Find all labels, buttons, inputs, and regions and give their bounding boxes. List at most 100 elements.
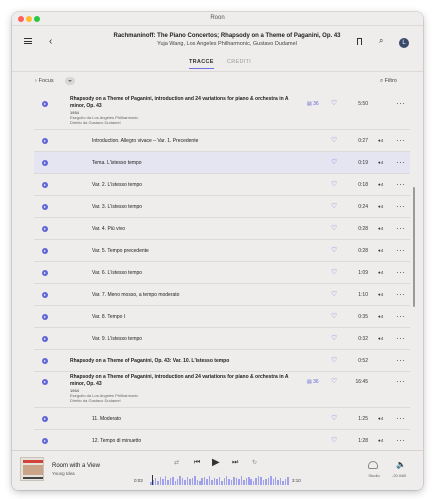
next-track-icon[interactable]: ⏭: [232, 459, 238, 467]
heart-icon[interactable]: ♡: [331, 137, 337, 144]
repeat-icon[interactable]: ↻: [252, 459, 257, 466]
more-options-icon[interactable]: ···: [396, 269, 406, 277]
versions-badge[interactable]: ▤ 36: [307, 379, 319, 385]
play-icon[interactable]: ▶: [212, 457, 220, 468]
now-playing-title[interactable]: Room with a View: [52, 463, 100, 469]
play-circle-icon[interactable]: [42, 204, 48, 210]
focus-dropdown-icon[interactable]: [65, 77, 75, 85]
track-title[interactable]: Tema. L'istesso tempo: [92, 160, 142, 166]
album-artists[interactable]: Yuja Wang, Los Angeles Philharmonic, Gus…: [102, 41, 352, 47]
play-circle-icon[interactable]: [42, 358, 48, 364]
track-title[interactable]: Var. 9. L'istesso tempo: [92, 336, 142, 342]
hamburger-icon[interactable]: [24, 38, 32, 44]
track-row[interactable]: Var. 5. Tempo precedente ♡ 0:28 ●4 ···: [34, 240, 410, 262]
more-options-icon[interactable]: ···: [396, 437, 406, 445]
heart-icon[interactable]: ♡: [331, 378, 337, 385]
more-options-icon[interactable]: ···: [396, 137, 406, 145]
zone-label[interactable]: Studio: [362, 473, 386, 478]
track-title[interactable]: Var. 6. L'istesso tempo: [92, 270, 142, 276]
play-circle-icon[interactable]: [42, 416, 48, 422]
heart-icon[interactable]: ♡: [331, 313, 337, 320]
track-title[interactable]: Var. 5. Tempo precedente: [92, 248, 149, 254]
track-row[interactable]: Var. 4. Più vivo ♡ 0:28 ●4 ···: [34, 218, 410, 240]
now-playing-artist[interactable]: Young Idea: [52, 471, 75, 476]
track-row[interactable]: Var. 2. L'istesso tempo ♡ 0:18 ●4 ···: [34, 174, 410, 196]
more-options-icon[interactable]: ···: [396, 378, 406, 386]
zone-icon[interactable]: [368, 461, 378, 469]
heart-icon[interactable]: ♡: [331, 357, 337, 364]
play-circle-icon[interactable]: [42, 379, 48, 385]
track-row[interactable]: 11. Moderato ♡ 1:25 ●4 ···: [34, 408, 410, 430]
track-row[interactable]: Var. 3. L'istesso tempo ♡ 0:24 ●4 ···: [34, 196, 410, 218]
track-row[interactable]: 12. Tempo di minuetto ♡ 1:28 ●4 ···: [34, 430, 410, 450]
more-options-icon[interactable]: ···: [396, 100, 406, 108]
track-title[interactable]: Var. 8. Tempo I: [92, 314, 125, 320]
play-circle-icon[interactable]: [42, 160, 48, 166]
bookmark-icon[interactable]: [357, 38, 362, 45]
more-options-icon[interactable]: ···: [396, 159, 406, 167]
waveform-seekbar[interactable]: [150, 475, 290, 485]
play-circle-icon[interactable]: [42, 248, 48, 254]
track-title[interactable]: Rhapsody on a Theme of Paganini, Op. 43:…: [70, 358, 229, 364]
more-options-icon[interactable]: ···: [396, 203, 406, 211]
track-title[interactable]: Var. 7. Meno mosso, a tempo moderato: [92, 292, 179, 298]
more-options-icon[interactable]: ···: [396, 335, 406, 343]
heart-icon[interactable]: ♡: [331, 291, 337, 298]
track-row[interactable]: Var. 7. Meno mosso, a tempo moderato ♡ 1:1…: [34, 284, 410, 306]
more-options-icon[interactable]: ···: [396, 225, 406, 233]
track-title[interactable]: Introduction. Allegro vivace – Var. 1. P…: [92, 138, 198, 144]
shuffle-icon[interactable]: ⇄: [174, 459, 179, 466]
heart-icon[interactable]: ♡: [331, 225, 337, 232]
work-row[interactable]: Rhapsody on a Theme of Paganini, introdu…: [34, 372, 410, 408]
track-row[interactable]: Rhapsody on a Theme of Paganini, Op. 43:…: [34, 350, 410, 372]
track-title[interactable]: Var. 4. Più vivo: [92, 226, 125, 232]
album-cover[interactable]: [20, 457, 44, 481]
tab-crediti[interactable]: CREDITI: [227, 59, 251, 65]
conductor-link[interactable]: Gustavo Dudamel: [88, 120, 120, 125]
more-options-icon[interactable]: ···: [396, 415, 406, 423]
track-row[interactable]: Introduction. Allegro vivace – Var. 1. P…: [34, 130, 410, 152]
chevron-left-icon[interactable]: ‹: [49, 36, 52, 47]
heart-icon[interactable]: ♡: [331, 335, 337, 342]
heart-icon[interactable]: ♡: [331, 181, 337, 188]
heart-icon[interactable]: ♡: [331, 203, 337, 210]
play-circle-icon[interactable]: [42, 438, 48, 444]
more-options-icon[interactable]: ···: [396, 291, 406, 299]
versions-badge[interactable]: ▤ 36: [307, 101, 319, 107]
heart-icon[interactable]: ♡: [331, 247, 337, 254]
play-circle-icon[interactable]: [42, 101, 48, 107]
play-circle-icon[interactable]: [42, 270, 48, 276]
track-row[interactable]: Tema. L'istesso tempo ♡ 0:19 ●4 ···: [34, 152, 410, 174]
previous-track-icon[interactable]: ⏮: [194, 459, 200, 467]
track-row[interactable]: Var. 9. L'istesso tempo ♡ 0:32 ●4 ···: [34, 328, 410, 350]
play-circle-icon[interactable]: [42, 182, 48, 188]
filter-button[interactable]: ⌕ Filtro: [380, 78, 397, 85]
more-options-icon[interactable]: ···: [396, 247, 406, 255]
more-options-icon[interactable]: ···: [396, 313, 406, 321]
play-circle-icon[interactable]: [42, 226, 48, 232]
more-options-icon[interactable]: ···: [396, 181, 406, 189]
search-icon[interactable]: ⌕: [379, 36, 383, 46]
volume-label[interactable]: -20.0dB: [392, 473, 406, 478]
focus-button[interactable]: › Focus: [35, 78, 54, 84]
heart-icon[interactable]: ♡: [331, 269, 337, 276]
play-circle-icon[interactable]: [42, 314, 48, 320]
track-title[interactable]: Var. 3. L'istesso tempo: [92, 204, 142, 210]
track-row[interactable]: Var. 6. L'istesso tempo ♡ 1:09 ●4 ···: [34, 262, 410, 284]
work-title[interactable]: Rhapsody on a Theme of Paganini, introdu…: [70, 96, 290, 109]
play-circle-icon[interactable]: [42, 138, 48, 144]
scrollbar-thumb[interactable]: [413, 187, 415, 307]
heart-icon[interactable]: ♡: [331, 159, 337, 166]
work-row[interactable]: Rhapsody on a Theme of Paganini, introdu…: [34, 94, 410, 130]
track-title[interactable]: 11. Moderato: [92, 416, 121, 422]
conductor-link[interactable]: Gustavo Dudamel: [88, 398, 120, 403]
playhead[interactable]: [152, 475, 154, 485]
work-title[interactable]: Rhapsody on a Theme of Paganini, introdu…: [70, 374, 290, 387]
play-circle-icon[interactable]: [42, 292, 48, 298]
track-row[interactable]: Var. 8. Tempo I ♡ 0:35 ●4 ···: [34, 306, 410, 328]
more-options-icon[interactable]: ···: [396, 357, 406, 365]
play-circle-icon[interactable]: [42, 336, 48, 342]
avatar[interactable]: L: [399, 38, 409, 48]
heart-icon[interactable]: ♡: [331, 100, 337, 107]
volume-icon[interactable]: 🔈: [396, 460, 406, 469]
